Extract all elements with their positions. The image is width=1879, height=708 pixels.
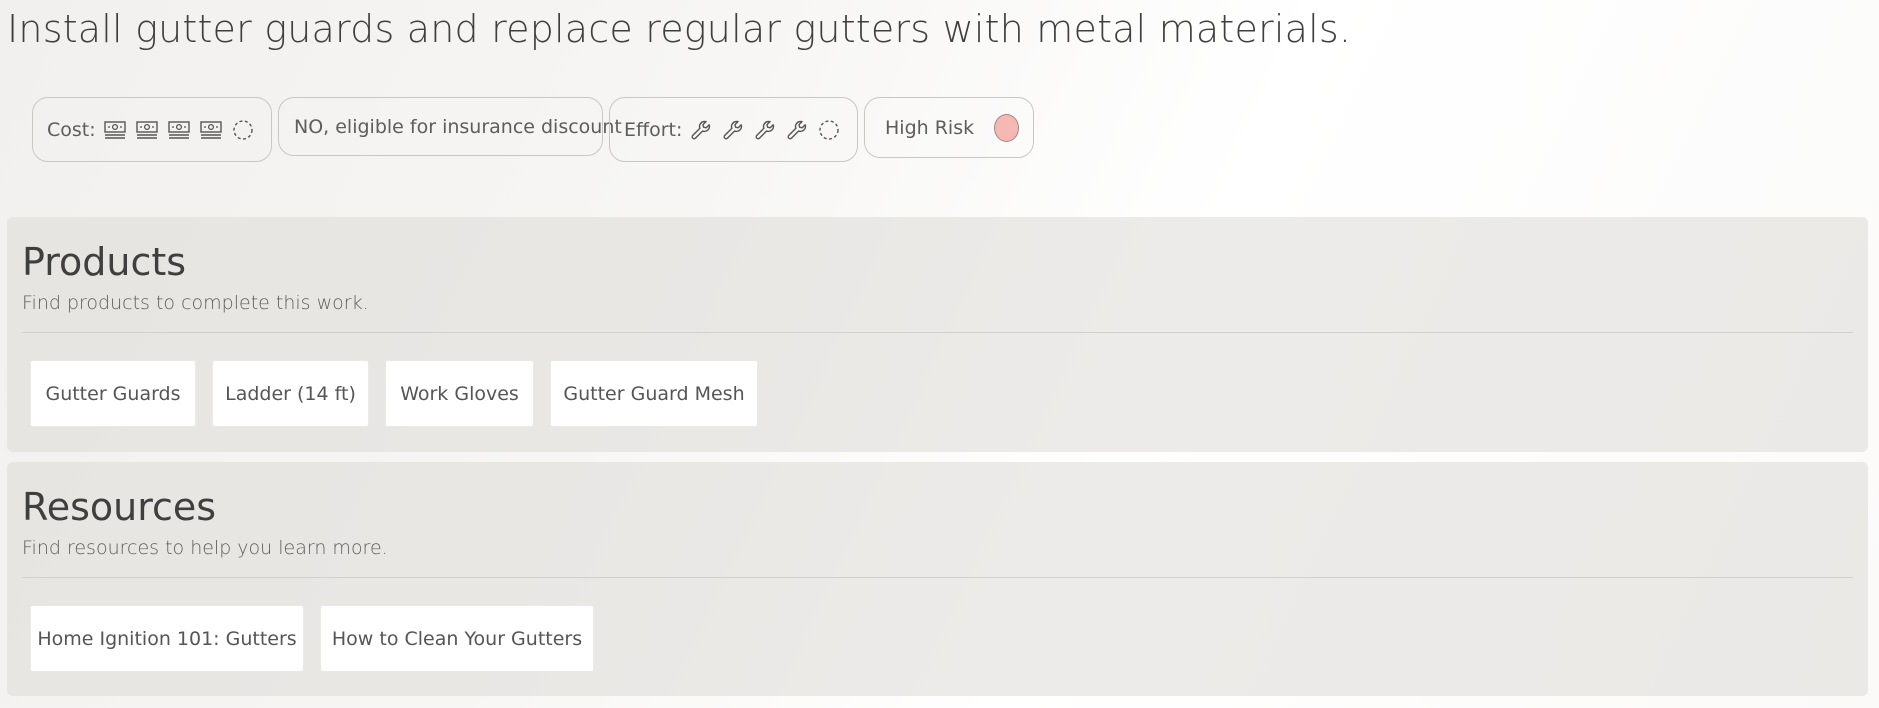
wrench-icon <box>786 118 808 142</box>
cost-badge: Cost: <box>32 97 272 162</box>
wrench-icon <box>754 118 776 142</box>
resources-section: Resources Find resources to help you lea… <box>7 462 1868 696</box>
resource-chip-home-ignition[interactable]: Home Ignition 101: Gutters <box>30 605 304 672</box>
insurance-label: NO, eligible for insurance discount <box>294 115 622 138</box>
risk-badge: High Risk <box>864 97 1034 158</box>
wrench-icon <box>722 118 744 142</box>
resource-chip-clean-gutters[interactable]: How to Clean Your Gutters <box>320 605 594 672</box>
effort-label: Effort: <box>624 118 683 141</box>
divider <box>22 332 1853 333</box>
products-list: Gutter Guards Ladder (14 ft) Work Gloves… <box>30 360 758 427</box>
dashed-circle-icon <box>818 118 840 142</box>
product-chip-gutter-guard-mesh[interactable]: Gutter Guard Mesh <box>550 360 758 427</box>
divider <box>22 577 1853 578</box>
cost-label: Cost: <box>47 118 96 141</box>
money-icon <box>135 118 158 142</box>
resources-subtitle: Find resources to help you learn more. <box>22 537 388 559</box>
attribute-badges: Cost: NO, eligible for insurance discoun… <box>32 97 1034 162</box>
risk-label: High Risk <box>885 116 975 139</box>
money-icon <box>103 118 126 142</box>
resources-heading: Resources <box>22 485 217 529</box>
product-chip-gutter-guards[interactable]: Gutter Guards <box>30 360 196 427</box>
money-icon <box>199 118 222 142</box>
money-icon <box>167 118 190 142</box>
wrench-icon <box>690 118 712 142</box>
product-chip-work-gloves[interactable]: Work Gloves <box>385 360 534 427</box>
products-subtitle: Find products to complete this work. <box>22 292 369 314</box>
products-section: Products Find products to complete this … <box>7 217 1868 452</box>
page-title: Install gutter guards and replace regula… <box>7 7 1352 51</box>
dashed-circle-icon <box>232 118 254 142</box>
effort-badge: Effort: <box>609 97 858 162</box>
risk-indicator-dot <box>994 113 1019 142</box>
product-chip-ladder[interactable]: Ladder (14 ft) <box>212 360 369 427</box>
resources-list: Home Ignition 101: Gutters How to Clean … <box>30 605 594 672</box>
products-heading: Products <box>22 240 187 284</box>
insurance-badge: NO, eligible for insurance discount <box>278 97 622 156</box>
